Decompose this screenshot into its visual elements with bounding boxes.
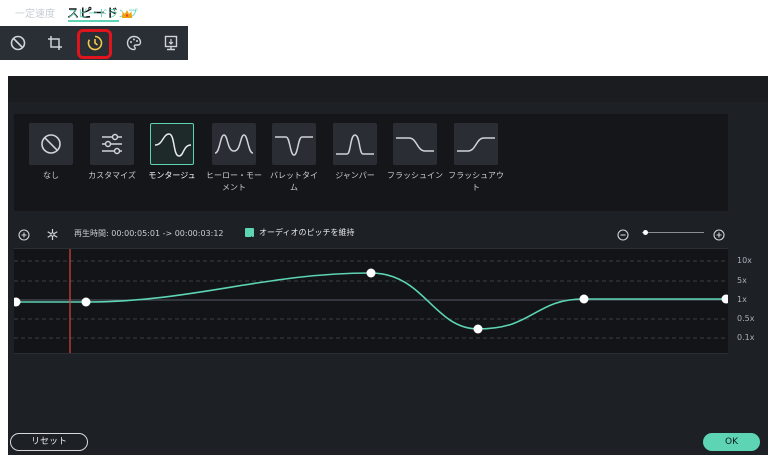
freeze-frame-icon[interactable] (46, 226, 59, 245)
zoom-in-icon[interactable] (713, 226, 725, 245)
keyframe-point (579, 294, 589, 304)
add-keyframe-icon[interactable] (18, 226, 30, 245)
preset-label: モンタージュ (148, 171, 196, 180)
mask-icon[interactable] (6, 31, 30, 55)
preset-montage[interactable] (150, 123, 194, 165)
keyframe-point (721, 294, 728, 304)
speed-curve-graph[interactable] (14, 248, 728, 354)
flash-in-curve-icon (396, 137, 434, 152)
hero-curve-icon (214, 134, 254, 154)
reset-button[interactable]: リセット (10, 433, 88, 451)
preset-label: カスタマイズ (88, 171, 136, 180)
bullet-curve-icon (275, 136, 313, 156)
preset-jumper[interactable] (333, 123, 377, 165)
sliders-icon (102, 133, 122, 155)
export-frame-icon[interactable] (159, 31, 183, 55)
keep-pitch-checkbox[interactable] (245, 228, 254, 242)
speed-tabbar (8, 76, 768, 102)
none-icon (41, 134, 61, 154)
y-axis-label: 10x (737, 256, 752, 265)
ok-button[interactable]: OK (703, 433, 760, 451)
preset-hero-moment[interactable] (212, 123, 256, 165)
montage-curve-icon (154, 133, 192, 157)
color-icon[interactable] (122, 31, 146, 55)
keyframe-point (473, 324, 483, 334)
preset-flash-in[interactable] (393, 123, 437, 165)
y-axis-label: 5x (737, 276, 747, 285)
preset-label: ジャンパー (335, 171, 375, 180)
preset-label: なし (43, 171, 59, 180)
speed-tab-highlight (77, 29, 112, 59)
preset-flash-out[interactable] (454, 123, 498, 165)
flash-out-curve-icon (457, 137, 495, 152)
zoom-out-icon[interactable] (617, 226, 629, 245)
jumper-curve-icon (336, 134, 374, 155)
keyframe-point (14, 297, 21, 307)
preset-label: ヒーロー・モー メント (206, 171, 262, 192)
preset-customize[interactable] (90, 123, 134, 165)
tab-constant-speed[interactable]: 一定速度 (15, 5, 55, 20)
zoom-slider[interactable] (642, 232, 704, 233)
preset-none[interactable] (29, 123, 73, 165)
crop-icon[interactable] (43, 31, 67, 55)
keep-pitch-label: オーディオのピッチを維持 (259, 228, 355, 237)
crown-icon (121, 5, 133, 24)
preset-bullet-time[interactable] (272, 123, 316, 165)
active-tab-underline (68, 20, 119, 22)
keyframe-point (366, 268, 376, 278)
y-axis-label: 1x (737, 295, 747, 304)
keyframe-point (81, 297, 91, 307)
preset-label: フラッシュイン (387, 171, 443, 180)
y-axis-label: 0.5x (737, 314, 755, 323)
playback-duration: 再生時間: 00:00:05:01 -> 00:00:03:12 (74, 229, 224, 238)
preset-label: フラッシュアウト (448, 171, 504, 192)
preset-label: バレットタイム (270, 171, 318, 192)
y-axis-label: 0.1x (737, 333, 755, 342)
